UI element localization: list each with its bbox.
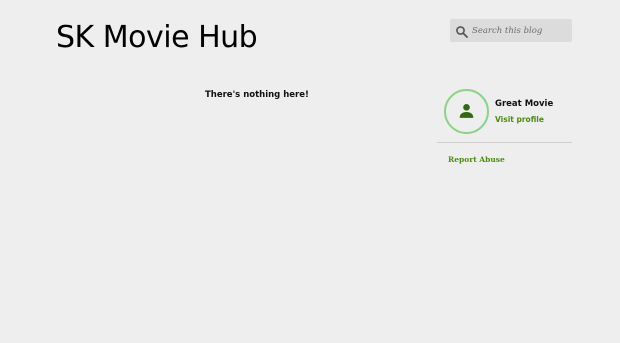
sidebar-divider — [437, 142, 572, 143]
visit-profile-link[interactable]: Visit profile — [495, 115, 544, 124]
search-box[interactable] — [450, 19, 572, 42]
profile-name: Great Movie — [495, 99, 554, 109]
search-input[interactable] — [472, 21, 568, 40]
report-abuse-link[interactable]: Report Abuse — [448, 155, 505, 164]
person-icon — [459, 104, 474, 118]
empty-message: There's nothing here! — [205, 90, 309, 100]
blog-title[interactable]: SK Movie Hub — [56, 20, 258, 55]
avatar[interactable] — [444, 89, 489, 134]
search-icon[interactable] — [455, 24, 469, 38]
